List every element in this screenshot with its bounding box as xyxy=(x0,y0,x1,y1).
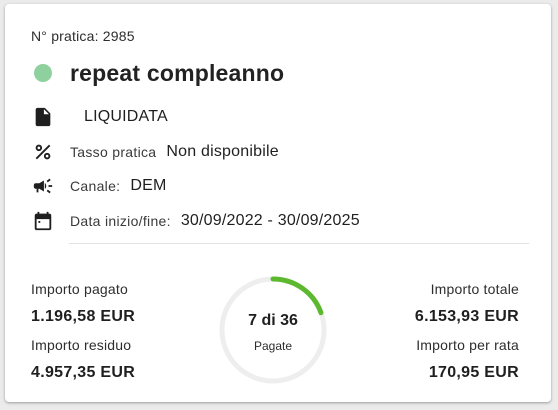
rate-label: Tasso pratica xyxy=(70,144,157,160)
document-icon xyxy=(31,105,55,129)
percent-icon xyxy=(31,140,55,164)
dates-row: Data inizio/fine: 30/09/2022 - 30/09/202… xyxy=(31,208,360,234)
dates-label: Data inizio/fine: xyxy=(70,213,171,229)
progress-caption: Pagate xyxy=(253,339,293,353)
installment-value: 170,95 EUR xyxy=(428,364,519,381)
channel-value: DEM xyxy=(130,177,167,194)
residual-label: Importo residuo xyxy=(31,337,132,353)
megaphone-icon xyxy=(31,174,55,198)
residual-value: 4.957,35 EUR xyxy=(31,364,136,381)
status-value: LIQUIDATA xyxy=(84,108,168,125)
divider xyxy=(69,243,529,244)
title-row: repeat compleanno xyxy=(34,60,284,86)
total-label: Importo totale xyxy=(430,281,519,297)
installments-progress: 7 di 36 Pagate xyxy=(218,275,328,385)
channel-label: Canale: xyxy=(70,178,121,194)
status-row: LIQUIDATA xyxy=(31,104,168,130)
dates-value: 30/09/2022 - 30/09/2025 xyxy=(180,212,360,229)
installment-label: Importo per rata xyxy=(416,337,519,353)
status-dot xyxy=(34,64,52,82)
channel-row: Canale: DEM xyxy=(31,173,167,199)
paid-label: Importo pagato xyxy=(31,281,128,297)
paid-value: 1.196,58 EUR xyxy=(31,308,136,325)
total-value: 6.153,93 EUR xyxy=(414,308,519,325)
rate-value: Non disponibile xyxy=(166,143,279,160)
practice-title: repeat compleanno xyxy=(70,59,285,86)
calendar-icon xyxy=(31,209,55,233)
practice-number: N° pratica: 2985 xyxy=(31,28,135,44)
progress-count: 7 di 36 xyxy=(248,312,298,329)
practice-card: N° pratica: 2985 repeat compleanno LIQUI… xyxy=(5,4,551,402)
rate-row: Tasso pratica Non disponibile xyxy=(31,139,279,165)
